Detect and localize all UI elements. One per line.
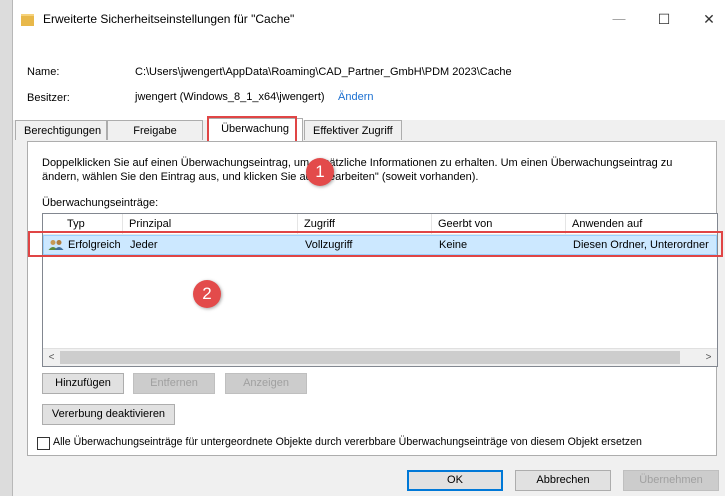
replace-child-entries-label: Alle Überwachungseinträge für untergeord… [53,436,642,448]
annotation-highlight-row [28,231,723,257]
annotation-badge-2: 2 [193,280,221,308]
scroll-thumb[interactable] [60,351,680,364]
close-button[interactable]: ✕ [695,8,723,30]
scroll-left-button[interactable]: < [43,349,60,366]
add-button[interactable]: Hinzufügen [42,373,124,394]
ok-button[interactable]: OK [407,470,503,491]
owner-value: jwengert (Windows_8_1_x64\jwengert) [135,91,325,103]
owner-label: Besitzer: [27,92,70,104]
window-title: Erweiterte Sicherheitseinstellungen für … [43,12,295,26]
horizontal-scrollbar[interactable]: < > [43,348,717,366]
annotation-highlight-tab [207,116,297,143]
minimize-button[interactable]: — [605,8,633,30]
disable-inheritance-button[interactable]: Vererbung deaktivieren [42,404,175,425]
remove-button[interactable]: Entfernen [133,373,215,394]
description-text: Doppelklicken Sie auf einen Überwachungs… [42,157,673,183]
folder-icon [21,14,34,26]
apply-button[interactable]: Übernehmen [623,470,719,491]
dialog-window: Erweiterte Sicherheitseinstellungen für … [12,0,725,496]
name-value: C:\Users\jwengert\AppData\Roaming\CAD_Pa… [135,66,512,78]
tab-panel: Doppelklicken Sie auf einen Überwachungs… [27,141,718,456]
title-bar: Erweiterte Sicherheitseinstellungen für … [13,0,725,40]
tab-berechtigungen[interactable]: Berechtigungen [15,120,107,140]
info-panel: Name: C:\Users\jwengert\AppData\Roaming\… [13,40,725,120]
tab-effektiver-zugriff[interactable]: Effektiver Zugriff [304,120,402,140]
scroll-right-button[interactable]: > [700,349,717,366]
cancel-button[interactable]: Abbrechen [515,470,611,491]
replace-child-entries-checkbox[interactable] [37,437,50,450]
tab-freigabe[interactable]: Freigabe [107,120,203,140]
view-button[interactable]: Anzeigen [225,373,307,394]
maximize-button[interactable]: ☐ [650,8,678,30]
audit-entries-label: Überwachungseinträge: [42,197,159,209]
owner-change-link[interactable]: Ändern [338,91,373,103]
name-label: Name: [27,66,60,78]
annotation-badge-1: 1 [306,158,334,186]
